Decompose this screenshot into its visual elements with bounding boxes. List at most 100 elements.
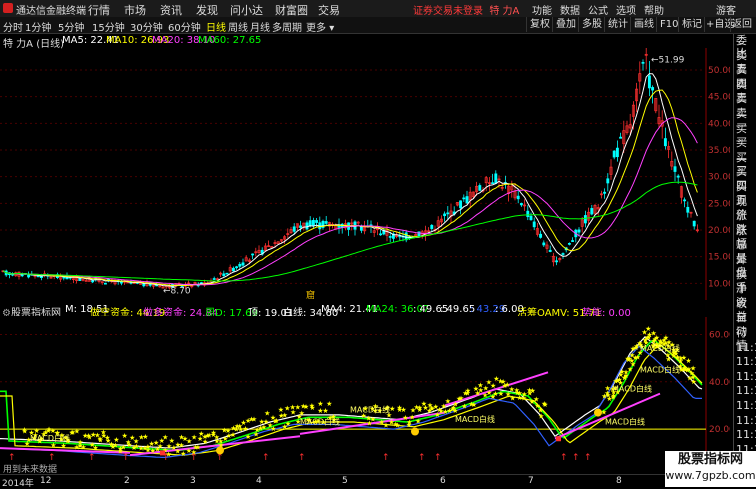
- signal-star: ★: [389, 405, 395, 413]
- tool-fanhui[interactable]: 返回: [730, 17, 753, 32]
- menu-zixun[interactable]: 资讯: [160, 2, 182, 18]
- candle-body: [235, 266, 239, 269]
- price-tick-label: 25.00: [708, 199, 730, 209]
- signal-star: ★: [162, 434, 168, 442]
- signal-star: ★: [326, 400, 332, 408]
- candle-body: [583, 215, 587, 224]
- period-5min[interactable]: 5分钟: [58, 19, 84, 34]
- price-tick-label: 45.00: [708, 93, 730, 103]
- date-label: 6: [440, 476, 446, 486]
- menu-jiaoyi[interactable]: 交易: [318, 2, 340, 18]
- macd-label: MACD白线: [640, 343, 680, 353]
- macd-label: MACD白线: [640, 364, 680, 374]
- candle-body: [555, 260, 559, 263]
- buy-arrow: ↑: [560, 453, 568, 463]
- signal-star: ★: [92, 444, 98, 452]
- app-logo-icon: [3, 3, 13, 13]
- order-book-label: 11:1: [736, 384, 756, 398]
- red-marker: [160, 450, 165, 456]
- price-chart[interactable]: 50.00 45.00 40.00 35.00 30.00 25.00 20.00 15.00…: [0, 48, 730, 300]
- menu-xuanxiang[interactable]: 选项: [616, 2, 636, 17]
- candle-body: [299, 225, 303, 228]
- candle-body: [231, 267, 235, 272]
- candle-body: [590, 208, 594, 215]
- period-fenshi[interactable]: 分时: [3, 19, 23, 34]
- date-label: 12: [40, 476, 52, 486]
- menu-wenxiaoda[interactable]: 问小达: [230, 2, 263, 18]
- signal-star: ★: [415, 418, 421, 426]
- candle-body: [62, 276, 66, 279]
- candle-body: [324, 221, 328, 224]
- buy-arrow: ↑: [262, 453, 270, 463]
- candle-body: [539, 233, 543, 238]
- period-toolbar: 分时 1分钟 5分钟 15分钟 30分钟 60分钟 日线 周线 月线 多周期 更…: [0, 17, 756, 34]
- menu-guest[interactable]: 游客: [716, 2, 736, 17]
- buy-arrow: ↑: [298, 453, 306, 463]
- period-more[interactable]: 更多 ▾: [306, 19, 334, 34]
- signal-star: ★: [22, 427, 28, 435]
- candle-body: [561, 253, 565, 255]
- macd-label: MACD白线: [605, 416, 645, 426]
- date-label: 8: [616, 476, 622, 486]
- menu-hangqing[interactable]: 行情: [88, 2, 110, 18]
- period-monthly[interactable]: 月线: [250, 19, 270, 34]
- order-book-label: 11:1: [736, 413, 756, 427]
- candle-body: [567, 243, 571, 245]
- buy-arrow: ↑: [382, 453, 390, 463]
- indicator-chart[interactable]: 60.0040.0020.00★★★★★★★★★★★★★★★★★★★★★★★★★…: [0, 317, 730, 473]
- tool-biaoji[interactable]: 标记: [678, 17, 705, 32]
- period-15min[interactable]: 15分钟: [92, 19, 125, 34]
- macd-label: MACD白线: [300, 416, 340, 426]
- tool-fuquan[interactable]: 复权: [526, 17, 553, 32]
- menu-faxian[interactable]: 发现: [196, 2, 218, 18]
- watermark-title: 股票指标网: [677, 452, 743, 467]
- menu-gongshi[interactable]: 公式: [588, 2, 608, 17]
- period-30min[interactable]: 30分钟: [130, 19, 163, 34]
- candle-body: [663, 138, 667, 147]
- stock-title: 特 力A: [489, 6, 520, 17]
- menu-shichang[interactable]: 市场: [124, 2, 146, 18]
- period-multi[interactable]: 多周期: [272, 19, 302, 34]
- price-tick-label: 30.00: [708, 173, 730, 183]
- candle-body: [612, 150, 616, 158]
- candle-body: [292, 226, 296, 232]
- candle-body: [692, 220, 696, 227]
- candle-body: [388, 236, 392, 238]
- signal-star: ★: [193, 443, 199, 451]
- smiley-marker: [594, 408, 602, 417]
- price-tick-label: 40.00: [708, 119, 730, 129]
- buy-arrow: ↑: [122, 453, 130, 463]
- signal-star: ★: [74, 427, 80, 435]
- tool-duogu[interactable]: 多股: [578, 17, 605, 32]
- period-daily[interactable]: 日线: [206, 19, 226, 34]
- period-60min[interactable]: 60分钟: [168, 19, 201, 34]
- candle-body: [673, 166, 677, 172]
- period-1min[interactable]: 1分钟: [25, 19, 51, 34]
- menu-bangzhu[interactable]: 帮助: [644, 2, 664, 17]
- menu-caifuquan[interactable]: 财富圈: [275, 2, 308, 18]
- candle-body: [91, 280, 95, 283]
- order-book-label: 11:1: [736, 340, 756, 354]
- menu-gongneng[interactable]: 功能: [532, 2, 552, 17]
- login-status[interactable]: 证券交易未登录 特 力A: [413, 2, 519, 17]
- candle-body: [20, 274, 24, 277]
- order-book-panel[interactable]: 委比 卖五 卖四 卖三 卖二 卖一 买一 买二 买三 买四 买五 现价 涨跌 涨幅 总量 外盘 换手 净资 收益 自动…: [733, 34, 756, 474]
- indicator-name[interactable]: ⚙股票指标网: [2, 304, 61, 316]
- macd-label: MACD白线: [30, 433, 70, 443]
- chevron-down-icon: ▾: [329, 23, 335, 34]
- tool-diejia[interactable]: 叠加: [552, 17, 579, 32]
- smiley-marker: [216, 446, 224, 455]
- signal-star: ★: [461, 403, 467, 411]
- macd-label: MACD白线: [350, 405, 390, 415]
- candle-body: [619, 136, 623, 139]
- candle-body: [36, 275, 40, 278]
- tool-tongji[interactable]: 统计: [604, 17, 631, 32]
- tool-huaxian[interactable]: 画线: [630, 17, 657, 32]
- candle-body: [606, 178, 610, 184]
- indicator-tick-label: 40.00: [709, 378, 730, 388]
- candle-body: [311, 220, 315, 226]
- candle-body: [577, 229, 581, 233]
- watermark-url: www.7gpzb.com: [665, 469, 756, 482]
- menu-shuju[interactable]: 数据: [560, 2, 580, 17]
- period-weekly[interactable]: 周线: [228, 19, 248, 34]
